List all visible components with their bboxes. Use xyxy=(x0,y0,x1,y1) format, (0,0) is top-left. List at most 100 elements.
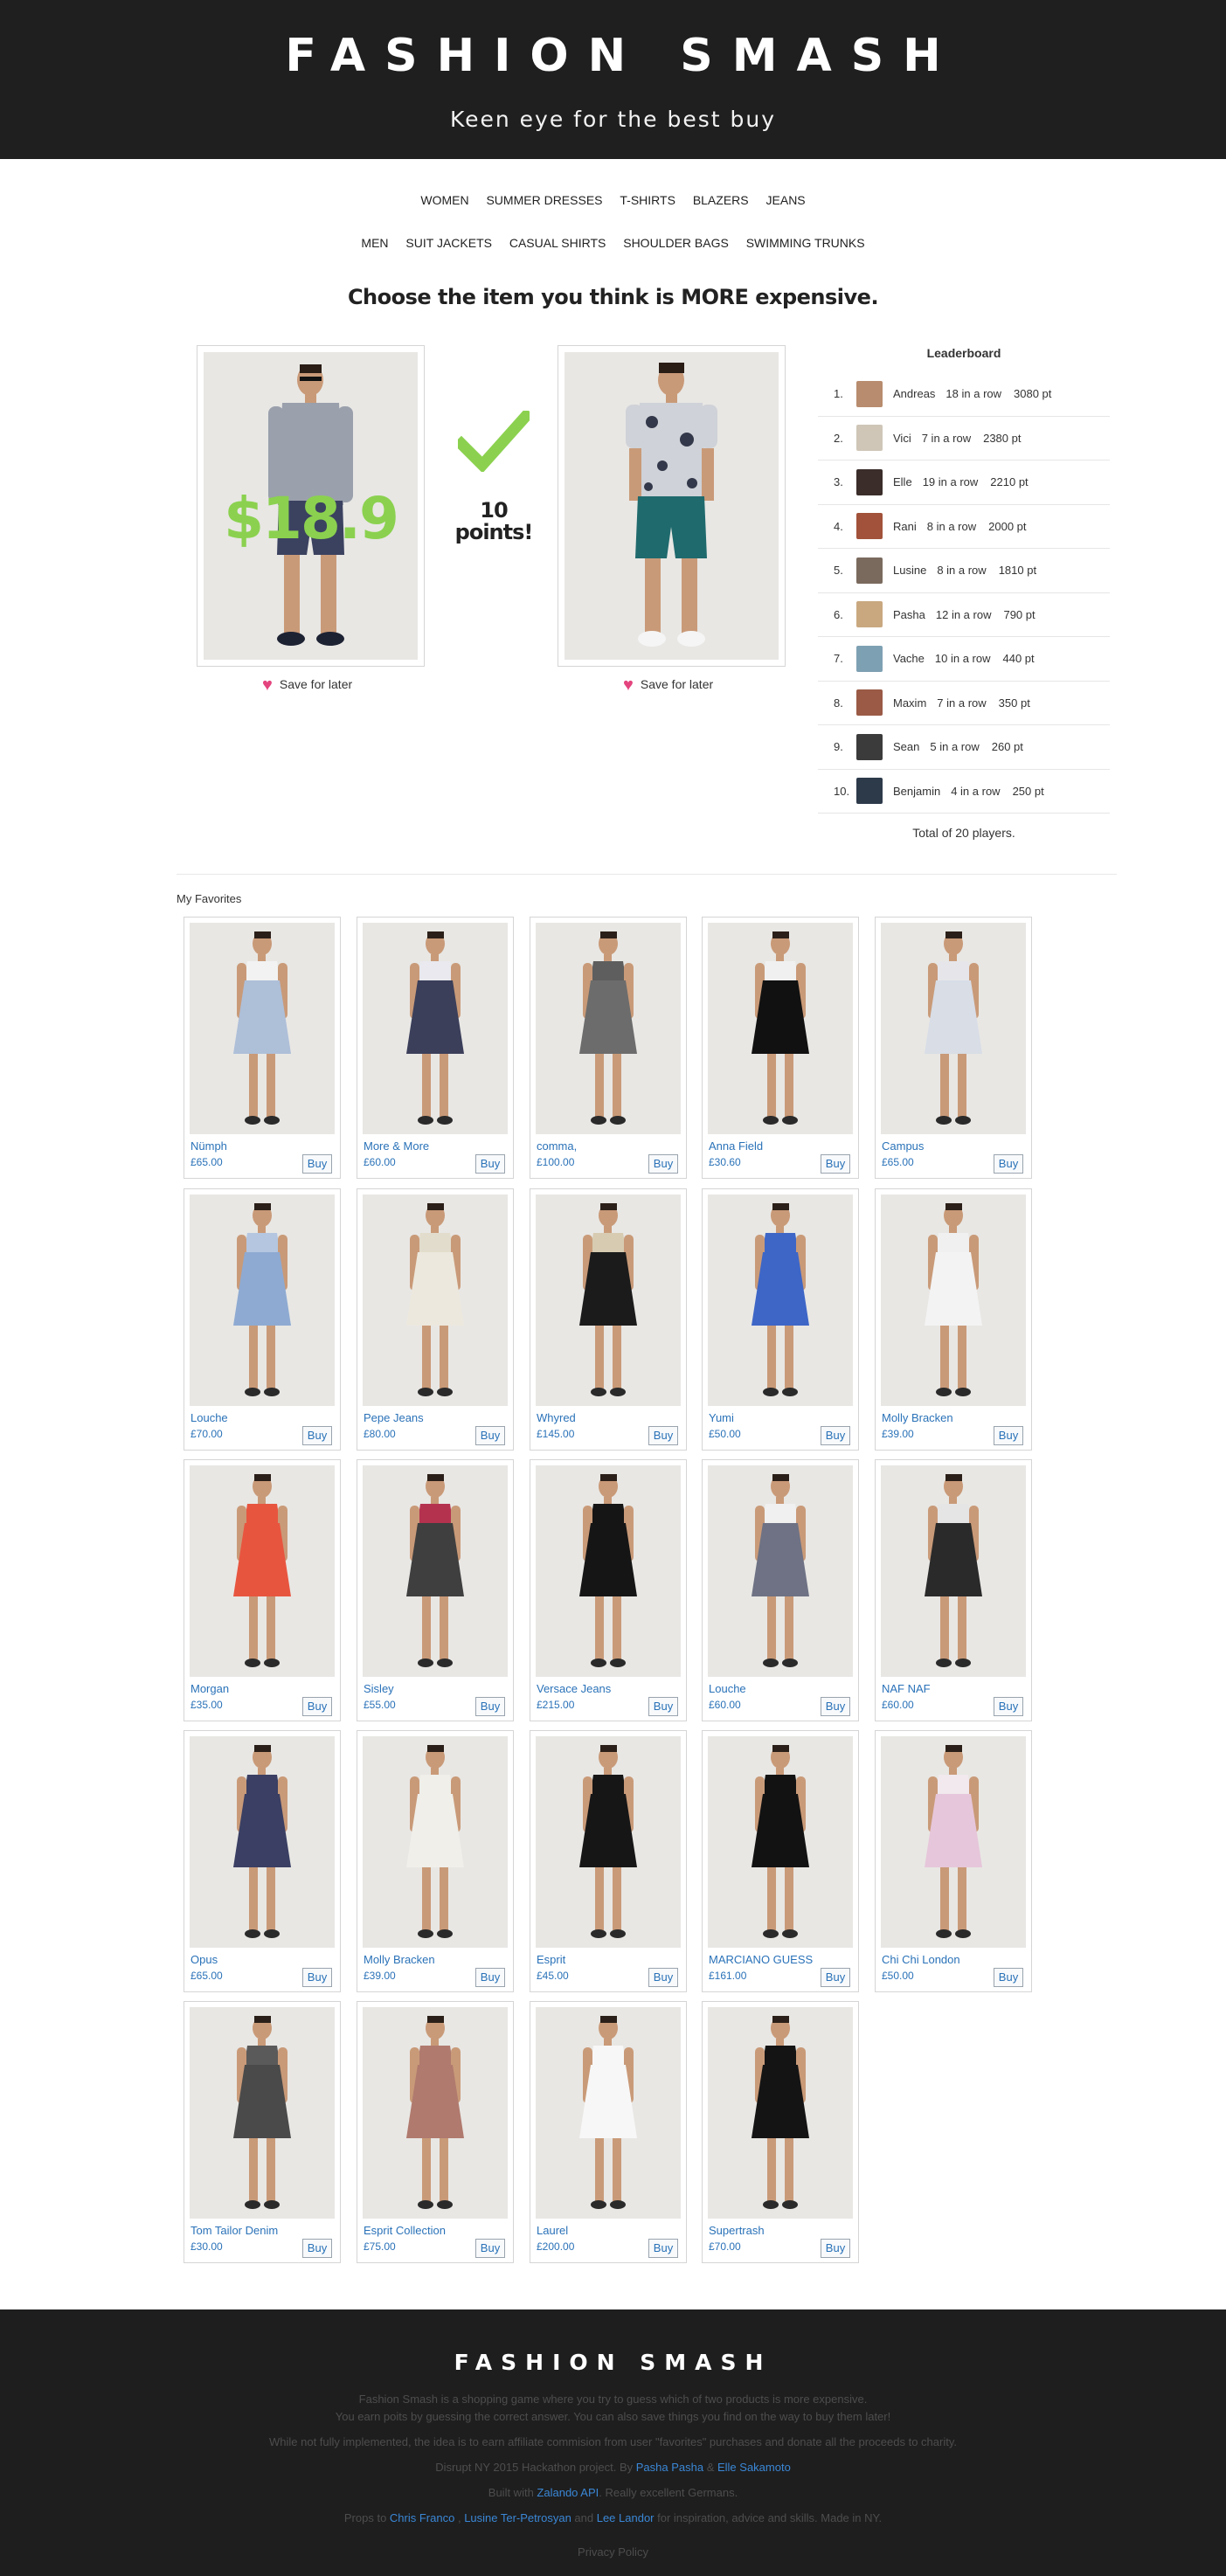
privacy-policy-link[interactable]: Privacy Policy xyxy=(0,2545,1226,2559)
favorite-image[interactable] xyxy=(536,1736,681,1948)
favorite-card[interactable]: Tom Tailor Denim £30.00 Buy xyxy=(184,2001,341,2263)
favorite-card[interactable]: Laurel £200.00 Buy xyxy=(530,2001,687,2263)
favorite-image[interactable] xyxy=(881,923,1026,1134)
favorite-image[interactable] xyxy=(363,923,508,1134)
buy-button[interactable]: Buy xyxy=(475,2239,505,2258)
favorite-brand[interactable]: Whyred xyxy=(537,1411,576,1424)
nav-item-women[interactable]: WOMEN xyxy=(420,193,468,207)
favorite-image[interactable] xyxy=(363,2007,508,2219)
favorite-brand[interactable]: NAF NAF xyxy=(882,1682,931,1695)
favorite-card[interactable]: Chi Chi London £50.00 Buy xyxy=(875,1730,1032,1992)
favorite-card[interactable]: More & More £60.00 Buy xyxy=(357,917,514,1179)
favorite-brand[interactable]: Esprit xyxy=(537,1953,565,1966)
buy-button[interactable]: Buy xyxy=(994,1154,1023,1174)
buy-button[interactable]: Buy xyxy=(994,1968,1023,1987)
favorite-brand[interactable]: comma, xyxy=(537,1139,577,1153)
link-pasha[interactable]: Pasha Pasha xyxy=(636,2461,703,2474)
favorite-image[interactable] xyxy=(708,1465,853,1677)
favorite-card[interactable]: Louche £60.00 Buy xyxy=(702,1459,859,1721)
buy-button[interactable]: Buy xyxy=(648,1154,678,1174)
nav-item-casual-shirts[interactable]: CASUAL SHIRTS xyxy=(509,236,606,250)
favorite-brand[interactable]: Laurel xyxy=(537,2224,568,2237)
favorite-brand[interactable]: Louche xyxy=(190,1411,228,1424)
favorite-card[interactable]: Nümph £65.00 Buy xyxy=(184,917,341,1179)
buy-button[interactable]: Buy xyxy=(302,1697,332,1716)
buy-button[interactable]: Buy xyxy=(475,1426,505,1445)
favorite-brand[interactable]: Versace Jeans xyxy=(537,1682,611,1695)
buy-button[interactable]: Buy xyxy=(302,1154,332,1174)
favorite-card[interactable]: Morgan £35.00 Buy xyxy=(184,1459,341,1721)
favorite-card[interactable]: Opus £65.00 Buy xyxy=(184,1730,341,1992)
favorite-image[interactable] xyxy=(190,923,335,1134)
favorite-brand[interactable]: Yumi xyxy=(709,1411,734,1424)
favorite-image[interactable] xyxy=(190,1465,335,1677)
favorite-card[interactable]: Louche £70.00 Buy xyxy=(184,1188,341,1451)
favorite-image[interactable] xyxy=(363,1736,508,1948)
link-elle[interactable]: Elle Sakamoto xyxy=(717,2461,791,2474)
favorite-image[interactable] xyxy=(363,1465,508,1677)
favorite-image[interactable] xyxy=(536,1195,681,1406)
buy-button[interactable]: Buy xyxy=(302,1968,332,1987)
favorite-card[interactable]: Anna Field £30.60 Buy xyxy=(702,917,859,1179)
favorite-image[interactable] xyxy=(363,1195,508,1406)
buy-button[interactable]: Buy xyxy=(475,1968,505,1987)
favorite-brand[interactable]: Morgan xyxy=(190,1682,229,1695)
favorite-brand[interactable]: Molly Bracken xyxy=(364,1953,435,1966)
favorite-image[interactable] xyxy=(708,1736,853,1948)
favorite-brand[interactable]: Chi Chi London xyxy=(882,1953,960,1966)
buy-button[interactable]: Buy xyxy=(821,1697,850,1716)
favorite-image[interactable] xyxy=(708,2007,853,2219)
favorite-card[interactable]: Pepe Jeans £80.00 Buy xyxy=(357,1188,514,1451)
nav-item-swimming-trunks[interactable]: SWIMMING TRUNKS xyxy=(746,236,865,250)
link-zalando-api[interactable]: Zalando API xyxy=(537,2486,599,2499)
favorite-card[interactable]: Supertrash £70.00 Buy xyxy=(702,2001,859,2263)
buy-button[interactable]: Buy xyxy=(302,1426,332,1445)
favorite-brand[interactable]: Supertrash xyxy=(709,2224,765,2237)
favorite-card[interactable]: Versace Jeans £215.00 Buy xyxy=(530,1459,687,1721)
favorite-brand[interactable]: Anna Field xyxy=(709,1139,763,1153)
favorite-image[interactable] xyxy=(536,2007,681,2219)
favorite-image[interactable] xyxy=(190,1736,335,1948)
favorite-image[interactable] xyxy=(536,1465,681,1677)
favorite-card[interactable]: comma, £100.00 Buy xyxy=(530,917,687,1179)
favorite-brand[interactable]: Opus xyxy=(190,1953,218,1966)
favorite-brand[interactable]: Esprit Collection xyxy=(364,2224,446,2237)
favorite-card[interactable]: Yumi £50.00 Buy xyxy=(702,1188,859,1451)
favorite-image[interactable] xyxy=(536,923,681,1134)
buy-button[interactable]: Buy xyxy=(475,1697,505,1716)
favorite-image[interactable] xyxy=(881,1465,1026,1677)
favorite-card[interactable]: Molly Bracken £39.00 Buy xyxy=(875,1188,1032,1451)
nav-item-jeans[interactable]: JEANS xyxy=(766,193,806,207)
buy-button[interactable]: Buy xyxy=(994,1426,1023,1445)
save-for-later-left[interactable]: ♥ Save for later xyxy=(262,675,352,696)
product-card-right[interactable] xyxy=(558,345,786,667)
buy-button[interactable]: Buy xyxy=(821,1968,850,1987)
favorite-image[interactable] xyxy=(190,2007,335,2219)
favorite-card[interactable]: MARCIANO GUESS £161.00 Buy xyxy=(702,1730,859,1992)
favorite-card[interactable]: Esprit Collection £75.00 Buy xyxy=(357,2001,514,2263)
favorite-card[interactable]: Esprit £45.00 Buy xyxy=(530,1730,687,1992)
nav-item-shoulder-bags[interactable]: SHOULDER BAGS xyxy=(623,236,729,250)
nav-item-t-shirts[interactable]: T-SHIRTS xyxy=(620,193,675,207)
buy-button[interactable]: Buy xyxy=(821,2239,850,2258)
favorite-image[interactable] xyxy=(881,1736,1026,1948)
favorite-brand[interactable]: Louche xyxy=(709,1682,746,1695)
favorite-card[interactable]: Sisley £55.00 Buy xyxy=(357,1459,514,1721)
buy-button[interactable]: Buy xyxy=(994,1697,1023,1716)
favorite-brand[interactable]: Nümph xyxy=(190,1139,227,1153)
save-for-later-right[interactable]: ♥ Save for later xyxy=(623,675,713,696)
favorite-brand[interactable]: Tom Tailor Denim xyxy=(190,2224,278,2237)
favorite-brand[interactable]: Sisley xyxy=(364,1682,394,1695)
buy-button[interactable]: Buy xyxy=(648,1697,678,1716)
nav-item-suit-jackets[interactable]: SUIT JACKETS xyxy=(405,236,492,250)
favorite-brand[interactable]: Campus xyxy=(882,1139,924,1153)
favorite-card[interactable]: NAF NAF £60.00 Buy xyxy=(875,1459,1032,1721)
buy-button[interactable]: Buy xyxy=(302,2239,332,2258)
nav-item-summer-dresses[interactable]: SUMMER DRESSES xyxy=(486,193,602,207)
nav-item-men[interactable]: MEN xyxy=(361,236,388,250)
favorite-card[interactable]: Campus £65.00 Buy xyxy=(875,917,1032,1179)
link-lusine[interactable]: Lusine Ter-Petrosyan xyxy=(464,2511,571,2524)
buy-button[interactable]: Buy xyxy=(821,1426,850,1445)
buy-button[interactable]: Buy xyxy=(475,1154,505,1174)
buy-button[interactable]: Buy xyxy=(648,1426,678,1445)
